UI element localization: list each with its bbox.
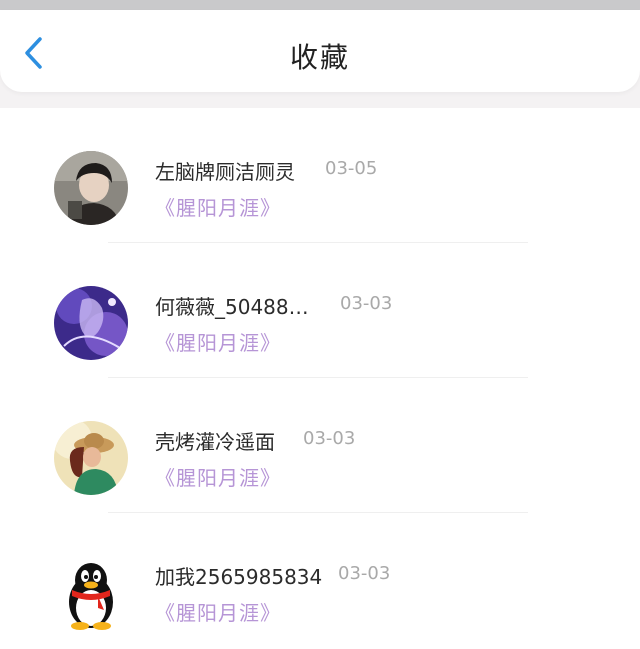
book-title[interactable]: 《腥阳月涯》: [155, 192, 281, 221]
book-title[interactable]: 《腥阳月涯》: [155, 462, 281, 491]
user-name: 加我2565985834: [155, 565, 323, 589]
qq-penguin-icon: [54, 556, 128, 630]
date-label: 03-03: [338, 563, 391, 584]
page-title: 收藏: [289, 41, 350, 74]
book-title[interactable]: 《腥阳月涯》: [155, 597, 281, 626]
date-label: 03-05: [325, 158, 378, 179]
list-item[interactable]: 加我2565985834 03-03 《腥阳月涯》: [0, 513, 640, 648]
user-name: 壳烤灌冷遥面: [155, 430, 275, 454]
date-label: 03-03: [303, 428, 356, 449]
user-name: 左脑牌厕洁厕灵: [155, 160, 295, 184]
avatar[interactable]: [54, 556, 128, 630]
user-name: 何薇薇_50488…: [155, 295, 309, 319]
status-strip: [0, 0, 640, 10]
favorites-list: 左脑牌厕洁厕灵 03-05 《腥阳月涯》 何薇薇_50488… 03-03 《腥…: [0, 108, 640, 649]
book-title[interactable]: 《腥阳月涯》: [155, 327, 281, 356]
list-item[interactable]: 壳烤灌冷遥面 03-03 《腥阳月涯》: [0, 378, 640, 513]
avatar[interactable]: [54, 421, 128, 495]
nav-header: 收藏: [0, 10, 640, 92]
avatar[interactable]: [54, 151, 128, 225]
avatar[interactable]: [54, 286, 128, 360]
list-item[interactable]: 何薇薇_50488… 03-03 《腥阳月涯》: [0, 243, 640, 378]
list-item[interactable]: 左脑牌厕洁厕灵 03-05 《腥阳月涯》: [0, 108, 640, 243]
date-label: 03-03: [340, 293, 393, 314]
